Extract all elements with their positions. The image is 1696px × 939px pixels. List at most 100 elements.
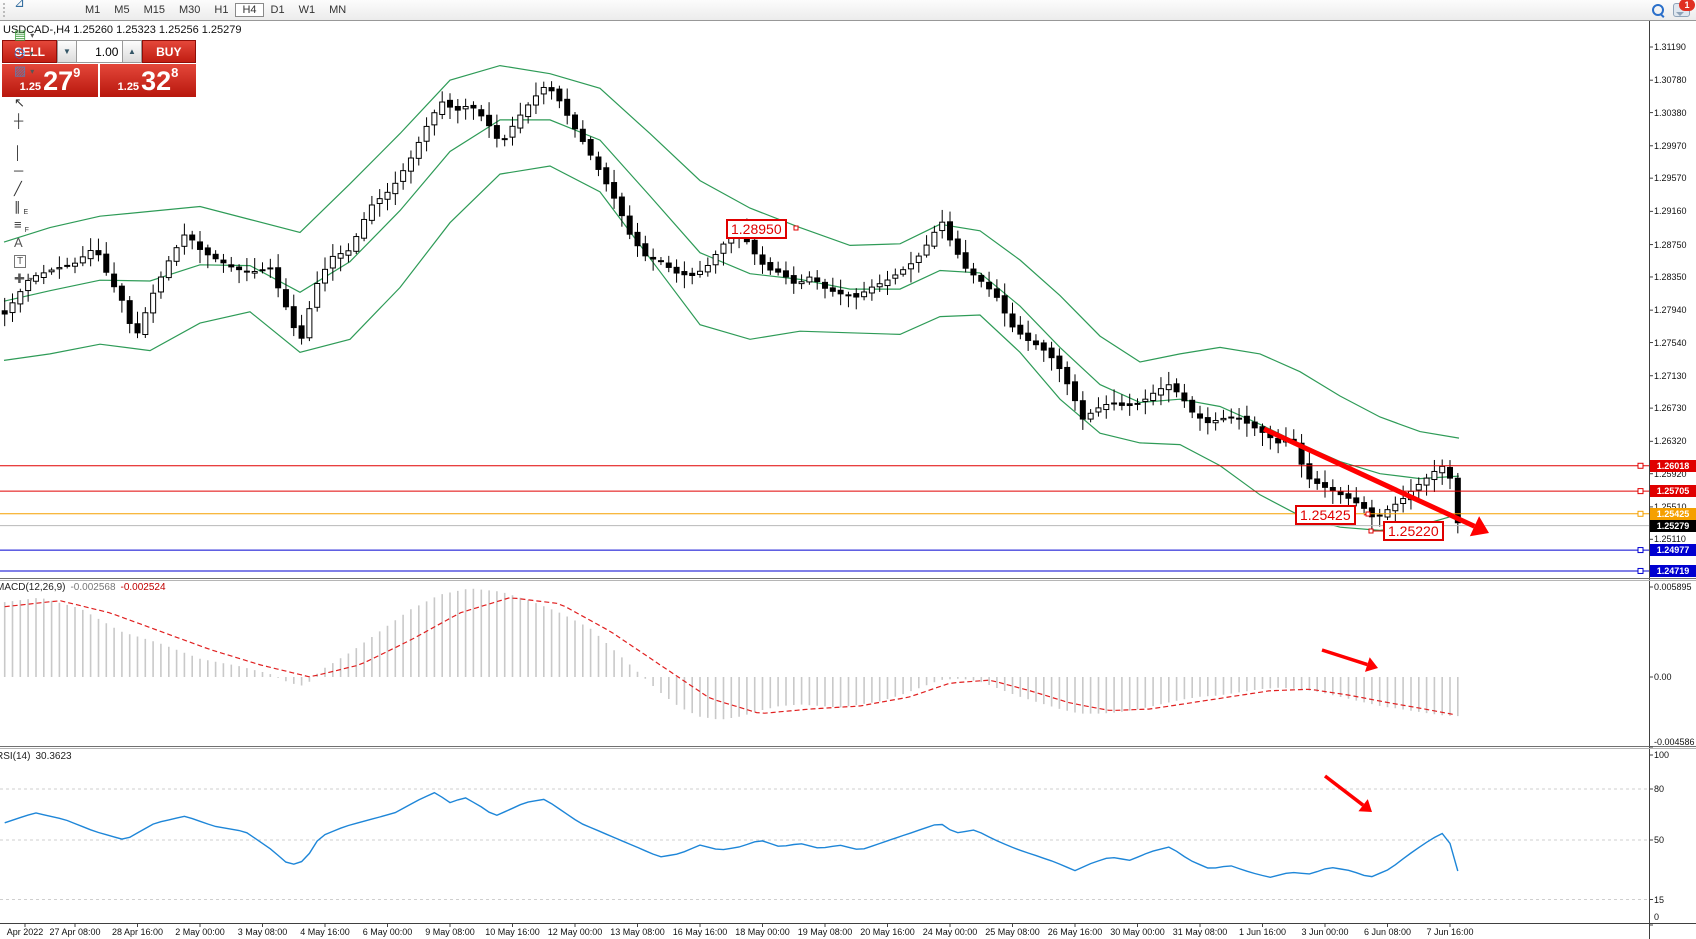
date-tick-label: 6 May 00:00 [363,927,413,937]
toolbar-right-group: 1 [1652,3,1696,17]
date-tick-label: Apr 2022 [7,927,44,937]
date-tick-label: 4 May 16:00 [300,927,350,937]
price-callout-1.25220[interactable]: 1.25220 [1383,521,1444,541]
price-tick-label: 1.30380 [1654,108,1687,118]
timeframe-toolbar: M1M5M15M30H1H4D1W1MN [78,2,353,19]
price-tick-label: 1.27540 [1654,338,1687,348]
notifications-icon[interactable]: 1 [1673,3,1690,17]
arrows-button[interactable]: ✚▾ [11,270,78,288]
main-toolbar: ▮▤新订单◆▦◉◈自动交易≡▮∿⊕⊖▦⊿⊿▤▾◷▾▨▾↖┼│─╱∥E≡FAT✚▾… [0,0,1696,21]
price-line-badge: 1.25425 [1650,508,1696,520]
macd-label: MACD(12,26,9)-0.002568-0.002524 [0,582,166,593]
toolbar-grip [3,3,8,17]
date-tick-label: 26 May 16:00 [1048,927,1103,937]
search-icon[interactable] [1652,4,1665,17]
timeframe-mn-button[interactable]: MN [322,3,353,17]
channel-icon: ∥ [14,198,21,216]
chart-shift-icon: ⊿ [14,0,25,12]
chart-canvas[interactable] [0,0,1696,939]
date-tick-label: 30 May 00:00 [1110,927,1165,937]
arrows-button-dropdown-icon[interactable]: ▾ [29,275,33,284]
notification-badge: 1 [1679,0,1695,11]
label-icon: T [14,255,26,268]
date-tick-label: 3 Jun 00:00 [1301,927,1348,937]
price-line-badge: 1.26018 [1650,460,1696,472]
fibonacci-button[interactable]: ≡F [11,216,78,234]
horizontal-level-lines[interactable] [0,463,1649,573]
volume-increase-button[interactable]: ▲ [122,40,141,63]
price-callout-1.25425[interactable]: 1.25425 [1295,505,1356,525]
rsi-tick-label: 0 [1654,912,1659,922]
price-tick-label: 1.29970 [1654,141,1687,151]
cursor-button[interactable]: ↖ [11,94,78,112]
buy-price-display[interactable]: 1.25 32 8 [100,64,196,97]
macd-tick-label: -0.004586 [1654,737,1695,747]
hline-button[interactable]: ─ [11,162,78,180]
rsi-tick-label: 80 [1654,784,1664,794]
fibonacci-button-sub-label: F [25,227,29,234]
fibonacci-icon: ≡ [14,216,22,234]
date-tick-label: 28 Apr 16:00 [112,927,163,937]
date-tick-label: 16 May 16:00 [673,927,728,937]
indicators-button-dropdown-icon[interactable]: ▾ [30,31,34,40]
price-tick-label: 1.28350 [1654,272,1687,282]
date-tick-label: 20 May 16:00 [860,927,915,937]
rsi-trend-arrow[interactable] [1325,776,1363,805]
text-icon: A [14,234,23,252]
trendline-button[interactable]: ╱ [11,180,78,198]
text-button[interactable]: A [11,234,78,252]
rsi-tick-label: 15 [1654,895,1664,905]
timeframe-h4-button[interactable]: H4 [235,3,263,17]
indicators-icon: ▤ [14,26,26,44]
periods-button-dropdown-icon[interactable]: ▾ [29,49,33,58]
timeframe-m5-button[interactable]: M5 [107,3,136,17]
templates-button[interactable]: ▨▾ [11,62,78,80]
crosshair-button[interactable]: ┼ [11,112,78,130]
date-tick-label: 12 May 00:00 [548,927,603,937]
price-tick-label: 1.25110 [1654,534,1686,544]
timeframe-h1-button[interactable]: H1 [207,3,235,17]
macd-signal-line [5,598,1453,714]
chart-shift-button[interactable]: ⊿ [11,0,78,12]
price-tick-label: 1.26730 [1654,403,1687,413]
date-tick-label: 7 Jun 16:00 [1426,927,1473,937]
hline-icon: ─ [14,162,23,180]
price-line-badge: 1.24977 [1650,544,1696,556]
macd-trend-arrow[interactable] [1322,650,1367,665]
periods-button[interactable]: ◷▾ [11,44,78,62]
price-tick-label: 1.26320 [1654,436,1687,446]
indicators-button[interactable]: ▤▾ [11,26,78,44]
templates-button-dropdown-icon[interactable]: ▾ [30,67,34,76]
grid-lines [0,789,1649,900]
date-tick-label: 1 Jun 16:00 [1239,927,1286,937]
date-tick-label: 25 May 08:00 [985,927,1040,937]
price-tick-label: 1.29570 [1654,173,1687,183]
timeframe-d1-button[interactable]: D1 [264,3,292,17]
date-tick-label: 19 May 08:00 [798,927,853,937]
timeframe-m30-button[interactable]: M30 [172,3,207,17]
timeframe-m15-button[interactable]: M15 [137,3,172,17]
buy-button[interactable]: BUY [142,40,196,63]
price-callout-1.28950[interactable]: 1.28950 [726,219,787,239]
date-tick-label: 31 May 08:00 [1173,927,1228,937]
label-button[interactable]: T [11,252,78,270]
date-tick-label: 18 May 00:00 [735,927,790,937]
price-line-badge: 1.24719 [1650,565,1696,577]
date-tick-label: 9 May 08:00 [425,927,475,937]
vline-button[interactable]: │ [11,144,78,162]
date-tick-label: 27 Apr 08:00 [49,927,100,937]
timeframe-m1-button[interactable]: M1 [78,3,107,17]
macd-indicator [5,589,1458,719]
cursor-icon: ↖ [14,94,25,112]
rsi-line [5,793,1458,878]
bollinger-bands [4,66,1459,531]
bollinger-middle [4,120,1459,479]
date-tick-label: 13 May 08:00 [610,927,665,937]
timeframe-w1-button[interactable]: W1 [292,3,323,17]
toolbar-buttons: ▮▤新订单◆▦◉◈自动交易≡▮∿⊕⊖▦⊿⊿▤▾◷▾▨▾↖┼│─╱∥E≡FAT✚▾ [11,0,78,302]
channel-button[interactable]: ∥E [11,198,78,216]
crosshair-icon: ┼ [14,112,23,130]
volume-input[interactable]: 1.00 [77,40,123,63]
date-tick-label: 24 May 00:00 [923,927,978,937]
price-tick-label: 1.27940 [1654,305,1687,315]
